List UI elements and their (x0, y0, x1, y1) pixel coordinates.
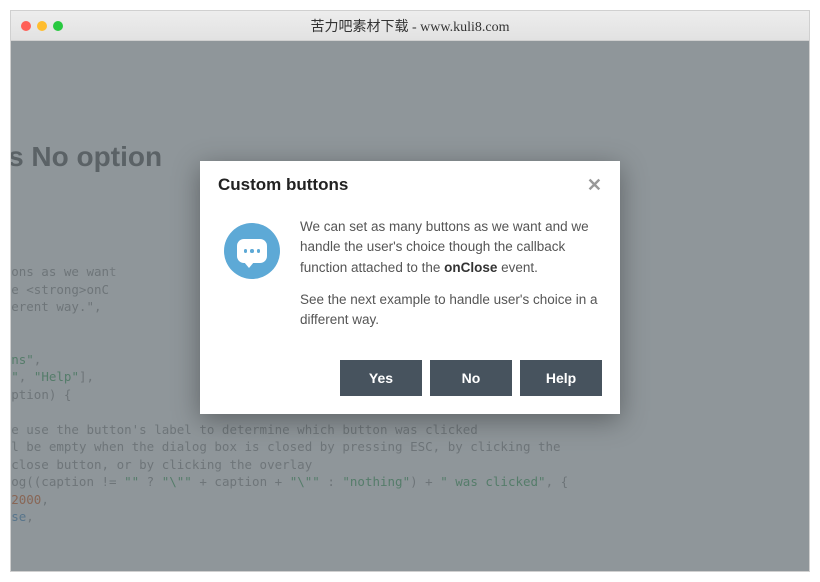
dialog-button-row: Yes No Help (200, 360, 620, 414)
dialog-header: Custom buttons ✕ (200, 161, 620, 205)
window-title: 苦力吧素材下载 - www.kuli8.com (11, 16, 809, 36)
browser-window: 苦力吧素材下载 - www.kuli8.com h Yes No option … (10, 10, 810, 572)
window-controls (11, 21, 63, 31)
dialog: Custom buttons ✕ (200, 161, 620, 414)
page-content: h Yes No option any buttons as we want "… (11, 41, 809, 571)
question-icon (222, 217, 282, 342)
dialog-body: We can set as many buttons as we want an… (200, 205, 620, 360)
dialog-paragraph2: See the next example to handle user's ch… (300, 290, 598, 331)
titlebar: 苦力吧素材下载 - www.kuli8.com (11, 11, 809, 41)
close-window-dot[interactable] (21, 21, 31, 31)
dialog-paragraph1-post: event. (497, 260, 538, 275)
close-icon[interactable]: ✕ (587, 176, 602, 194)
help-button[interactable]: Help (520, 360, 602, 396)
dialog-onclose-strong: onClose (444, 260, 497, 275)
dialog-text: We can set as many buttons as we want an… (300, 217, 598, 342)
minimize-window-dot[interactable] (37, 21, 47, 31)
no-button[interactable]: No (430, 360, 512, 396)
modal-overlay[interactable]: Custom buttons ✕ (11, 41, 809, 571)
dialog-title: Custom buttons (218, 175, 348, 195)
yes-button[interactable]: Yes (340, 360, 422, 396)
maximize-window-dot[interactable] (53, 21, 63, 31)
